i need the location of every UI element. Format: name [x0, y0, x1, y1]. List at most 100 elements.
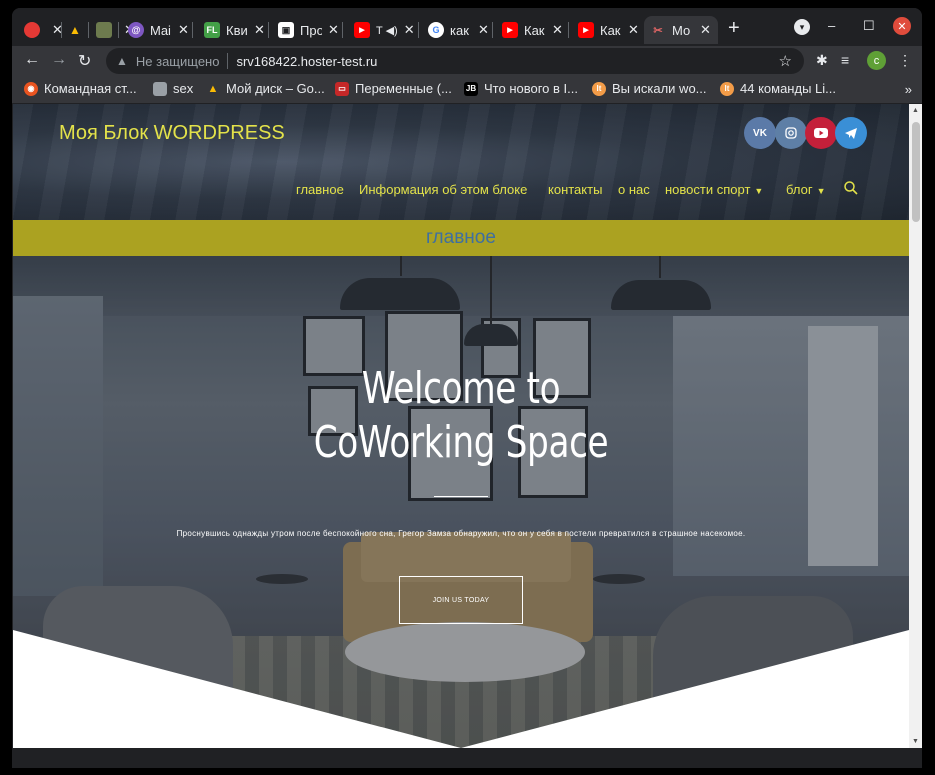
close-icon[interactable]: ✕	[552, 22, 563, 38]
tab-label: как	[450, 22, 469, 38]
warning-icon[interactable]: ▲	[116, 54, 128, 68]
bookmark-2[interactable]: ▲ Мой диск – Go...	[206, 81, 325, 96]
extensions-icon[interactable]: ✱	[816, 52, 828, 69]
tab-7[interactable]: G как ✕	[422, 16, 495, 44]
chevron-down-icon: ▼	[754, 186, 764, 196]
tab-label: Про	[300, 22, 322, 38]
close-icon[interactable]: ✕	[628, 22, 639, 38]
tab-active[interactable]: ✂ Мо ✕	[644, 16, 718, 44]
nav-item-sport-news[interactable]: новости спорт ▼	[665, 182, 763, 197]
jetbrains-icon: JB	[464, 81, 478, 96]
bookmark-label: sex	[173, 81, 194, 96]
join-us-button[interactable]: JOIN US TODAY	[399, 576, 523, 624]
chevron-down-icon: ▼	[816, 186, 826, 196]
bookmark-label: Что нового в I...	[484, 81, 578, 96]
doc-icon: ▣	[278, 22, 294, 38]
close-icon[interactable]: ✕	[328, 22, 339, 38]
bookmark-label: 44 команды Li...	[740, 81, 836, 96]
close-icon[interactable]: ✕	[254, 22, 265, 38]
browser-window: ✕ ▲ ✕ ✕ @ Mai ✕ FL Кви ✕ ▣ Про ✕	[12, 8, 922, 768]
youtube-icon: ▶	[502, 22, 518, 38]
tab-label: Как	[600, 22, 621, 38]
nav-item-home[interactable]: главное	[296, 182, 344, 197]
window-close-icon[interactable]: ✕	[893, 17, 911, 35]
oracle-icon: ▭	[335, 81, 349, 96]
site-icon: ✂	[653, 24, 663, 37]
hero-text: Проснувшись однажды утром после беспокой…	[176, 529, 746, 538]
close-icon[interactable]: ✕	[700, 22, 711, 38]
image-icon	[96, 22, 112, 38]
nav-item-about-blog[interactable]: Информация об этом блоке	[359, 182, 527, 197]
tab-search-icon[interactable]: ▾	[794, 19, 810, 35]
hero-section: Welcome to CoWorking Space Проснувшись о…	[13, 256, 909, 748]
tab-9[interactable]: ▶ Как ✕	[572, 16, 645, 44]
minimize-icon[interactable]: –	[828, 18, 835, 33]
profile-avatar[interactable]: c	[867, 51, 886, 70]
fl-icon: FL	[204, 22, 220, 38]
youtube-icon[interactable]	[805, 117, 837, 149]
bookmark-6[interactable]: lt 44 команды Li...	[720, 81, 836, 96]
reload-icon[interactable]: ↻	[78, 51, 91, 71]
lt-icon: lt	[592, 81, 606, 96]
tab-label: Мо	[672, 22, 691, 38]
nav-item-about-us[interactable]: о нас	[618, 182, 650, 197]
back-icon[interactable]: ←	[24, 51, 40, 69]
scroll-down-icon[interactable]: ▼	[912, 738, 919, 745]
page-viewport: Моя Блок WORDPRESS VK главное Информация…	[13, 104, 909, 748]
site-title[interactable]: Моя Блок WORDPRESS	[59, 122, 285, 145]
bookmark-star-icon[interactable]: ☆	[779, 52, 792, 70]
tab-4[interactable]: FL Кви ✕	[198, 16, 271, 44]
main-nav: главное Информация об этом блоке контакт…	[13, 180, 909, 202]
page-scrollbar[interactable]: ▲ ▼	[909, 104, 922, 748]
tab-label: Как	[524, 22, 545, 38]
vk-icon[interactable]: VK	[744, 117, 776, 149]
google-drive-icon: ▲	[69, 23, 81, 37]
page-title-bar: главное	[13, 220, 909, 256]
forward-icon[interactable]: →	[51, 51, 67, 69]
bookmark-0[interactable]: ◉ Командная ст...	[24, 81, 137, 96]
youtube-icon: ▶	[578, 22, 594, 38]
close-icon[interactable]: ✕	[178, 22, 189, 38]
instagram-icon[interactable]	[775, 117, 807, 149]
address-bar[interactable]: ▲ Не защищено srv168422.hoster-test.ru ☆	[106, 48, 804, 74]
tab-5[interactable]: ▣ Про ✕	[272, 16, 345, 44]
bookmark-4[interactable]: JB Что нового в I...	[464, 81, 578, 96]
google-icon: G	[428, 22, 444, 38]
nav-item-blog[interactable]: блог ▼	[786, 182, 826, 197]
scrollbar-thumb[interactable]	[912, 122, 920, 222]
url-text[interactable]: srv168422.hoster-test.ru	[236, 54, 377, 69]
lt-icon: lt	[720, 81, 734, 96]
scroll-up-icon[interactable]: ▲	[912, 107, 919, 114]
tab-label: Кви	[226, 22, 248, 38]
bookmarks-overflow-icon[interactable]: »	[905, 82, 912, 97]
bookmark-label: Мой диск – Go...	[226, 81, 325, 96]
bookmark-label: Переменные (...	[355, 81, 452, 96]
tab-6[interactable]: ▶ T ◀) ✕	[348, 16, 421, 44]
maximize-icon[interactable]: ☐	[863, 18, 875, 34]
close-icon[interactable]: ✕	[478, 22, 489, 38]
tab-3[interactable]: @ Mai ✕	[122, 16, 195, 44]
pokeball-icon	[24, 22, 40, 38]
new-tab-button[interactable]: +	[728, 17, 740, 40]
search-icon[interactable]	[843, 180, 859, 196]
site-header: Моя Блок WORDPRESS VK главное Информация…	[13, 104, 909, 220]
close-icon[interactable]: ✕	[404, 22, 415, 38]
youtube-icon: ▶	[354, 22, 370, 38]
tab-8[interactable]: ▶ Как ✕	[496, 16, 569, 44]
telegram-icon[interactable]	[835, 117, 867, 149]
menu-icon[interactable]: ⋮	[898, 52, 912, 69]
hero-bottom-shape	[13, 630, 909, 748]
ubuntu-icon: ◉	[24, 81, 38, 96]
tab-label: Mai	[150, 22, 171, 38]
bookmarks-bar: ◉ Командная ст... sex ▲ Мой диск – Go...…	[12, 76, 922, 104]
bookmark-5[interactable]: lt Вы искали wo...	[592, 81, 707, 96]
tab-strip: ✕ ▲ ✕ ✕ @ Mai ✕ FL Кви ✕ ▣ Про ✕	[12, 8, 922, 46]
bookmark-1[interactable]: sex	[153, 81, 193, 96]
browser-toolbar: ← → ↻ ▲ Не защищено srv168422.hoster-tes…	[12, 46, 922, 76]
media-control-icon[interactable]: ≡	[841, 52, 849, 68]
insecure-label[interactable]: Не защищено	[136, 54, 220, 69]
bookmark-3[interactable]: ▭ Переменные (...	[335, 81, 452, 96]
nav-item-contacts[interactable]: контакты	[548, 182, 602, 197]
page-title: главное	[426, 227, 496, 248]
audio-icon[interactable]: T ◀)	[376, 24, 398, 37]
